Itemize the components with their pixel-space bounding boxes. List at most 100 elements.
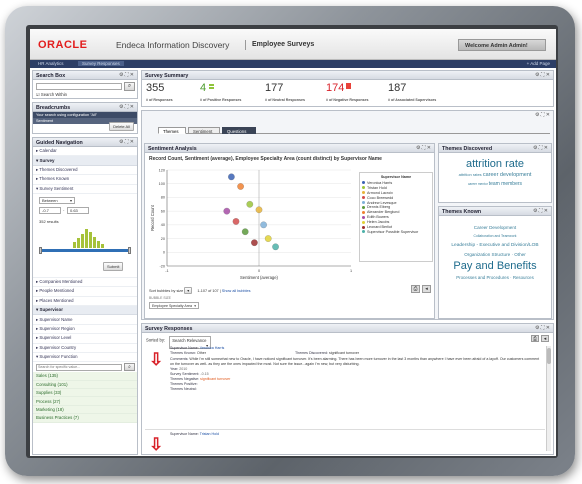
tab-questions[interactable]: Questions: [222, 127, 256, 134]
legend-swatch: [362, 220, 365, 224]
tab-themes[interactable]: Themes: [158, 127, 186, 134]
panel-controls-icon[interactable]: ⚙ ⛶ ✕: [119, 139, 134, 145]
app-screen: ORACLE Endeca Information Discovery Empl…: [30, 29, 556, 456]
legend-label: Alexander Berglund: [367, 210, 400, 215]
search-within-checkbox[interactable]: ☑ Search Within: [36, 92, 67, 97]
legend-label: Dennis Elberg: [367, 205, 391, 210]
panel-controls-icon[interactable]: ⚙ ⛶ ✕: [533, 145, 548, 151]
show-all-bubbles-link[interactable]: Show all bubbles: [222, 289, 251, 293]
add-page-button[interactable]: + Add Page: [527, 61, 550, 66]
export-icon[interactable]: ◂: [541, 335, 549, 342]
panel-controls-icon[interactable]: ⚙ ⛶ ✕: [535, 325, 550, 331]
bubble-point[interactable]: [264, 235, 272, 242]
welcome-menu[interactable]: Welcome Admin Admin!: [458, 39, 546, 51]
theme-word[interactable]: Other: [514, 252, 526, 257]
bubble-point[interactable]: [251, 239, 258, 246]
bubble-point[interactable]: [272, 243, 279, 251]
range-slider-min-handle[interactable]: [39, 246, 42, 254]
tab-hr-analytics[interactable]: HR Analytics: [38, 61, 64, 66]
sort-select[interactable]: ▾: [184, 287, 193, 294]
list-item[interactable]: Marketing (18): [33, 405, 137, 415]
scrollbar[interactable]: [546, 346, 551, 451]
nav-calendar[interactable]: ▸ Calendar: [33, 147, 137, 157]
bubble-point[interactable]: [237, 183, 244, 190]
bubble-chart[interactable]: 120 100 80 60 40 20 0 -20-1 0 1 Sentiment (average…: [149, 166, 359, 282]
nav-survey[interactable]: ▾ Survey: [33, 156, 137, 166]
panel-controls-icon[interactable]: ⚙ ⛶ ✕: [119, 104, 134, 110]
print-icon[interactable]: ⎙: [411, 285, 420, 293]
list-item[interactable]: Supplies (33): [33, 389, 137, 398]
theme-word[interactable]: Resources: [513, 275, 534, 280]
nav-themes-known[interactable]: ▸ Themes Known: [33, 175, 137, 185]
export-icon[interactable]: ◂: [422, 285, 431, 293]
bubble-size-select[interactable]: Employee Specialty Area ▾: [149, 302, 199, 309]
supervisors-count: 187: [388, 82, 407, 94]
panel-controls-icon[interactable]: ⚙ ⛶ ✕: [416, 145, 431, 151]
theme-word[interactable]: Processes and Procedures: [456, 275, 509, 280]
theme-word[interactable]: attrition rates: [459, 172, 482, 177]
bubble-point[interactable]: [228, 173, 235, 181]
tab-sentiment[interactable]: Sentiment: [188, 127, 220, 134]
range-slider-track[interactable]: [39, 248, 131, 252]
themes-negative-value: significant turnover: [200, 377, 231, 381]
y-axis-label: Record Count: [150, 204, 155, 231]
legend-swatch: [362, 230, 365, 234]
supervisor-name[interactable]: Veronica Harris: [200, 346, 225, 350]
theme-word[interactable]: Leadership - Executive and Division/LOB: [439, 241, 551, 250]
list-item[interactable]: Business Practices (7): [33, 414, 137, 423]
nav-companies-mentioned[interactable]: ▸ Companies Mentioned: [33, 278, 137, 288]
bubble-point[interactable]: [255, 206, 263, 214]
nav-supervisor-function[interactable]: ▾ Supervisor Function: [33, 353, 137, 363]
chart-footer: Sort bubbles by size ▾ 1-107 of 107 | Sh…: [149, 287, 251, 294]
results-count: 352 results: [39, 218, 59, 224]
range-slider-max-handle[interactable]: [128, 246, 131, 254]
list-item[interactable]: Consulting (101): [33, 380, 137, 389]
list-item[interactable]: Sales (135): [33, 372, 137, 381]
range-from-input[interactable]: -0.7: [39, 206, 61, 214]
theme-word[interactable]: team members: [489, 181, 522, 187]
print-icon[interactable]: ⎙: [531, 335, 539, 342]
nav-people-mentioned[interactable]: ▸ People Mentioned: [33, 287, 137, 297]
bubble-point[interactable]: [241, 228, 249, 236]
themes-positive-label: Themes Positive:: [170, 382, 198, 387]
theme-word[interactable]: career development: [483, 172, 532, 178]
theme-word[interactable]: Pay and Benefits: [439, 259, 551, 273]
supervisor-name[interactable]: Tristan Hold: [200, 432, 219, 436]
tab-survey-responses[interactable]: Survey Responses: [78, 61, 124, 66]
submit-button[interactable]: Submit: [103, 261, 124, 271]
theme-word[interactable]: career mentor: [468, 182, 488, 186]
legend-item[interactable]: Supervisor Possible Supervisor: [362, 230, 430, 235]
range-to-input[interactable]: 0.63: [67, 206, 89, 214]
panel-controls-icon[interactable]: ⚙ ⛶ ✕: [119, 72, 134, 78]
search-input[interactable]: [36, 83, 122, 90]
panel-controls-icon[interactable]: ⚙ ⛶ ✕: [535, 72, 550, 78]
theme-word[interactable]: Collaboration and Teamwork: [439, 232, 551, 241]
comments-text: While I'm still somewhat new to Oracle, …: [170, 357, 540, 366]
bubble-point[interactable]: [232, 218, 240, 225]
panel-controls-icon[interactable]: ⚙ ⛶ ✕: [533, 208, 548, 214]
bubble-point[interactable]: [246, 200, 254, 208]
nav-supervisor-level[interactable]: ▸ Supervisor Level: [33, 334, 137, 344]
delete-all-button[interactable]: Delete All: [109, 122, 134, 131]
value-search-input[interactable]: [36, 363, 122, 371]
list-item[interactable]: Process (27): [33, 397, 137, 406]
nav-survey-sentiment[interactable]: ▾ Survey Sentiment: [33, 185, 137, 194]
search-icon[interactable]: ⌕: [124, 363, 135, 372]
search-icon[interactable]: ⌕: [124, 82, 135, 91]
nav-themes-discovered[interactable]: ▸ Themes Discovered: [33, 166, 137, 176]
theme-word[interactable]: attrition rate: [439, 158, 551, 170]
bubble-point[interactable]: [260, 221, 267, 229]
bubble-point[interactable]: [223, 207, 231, 215]
theme-word[interactable]: Organization Structure: [464, 252, 510, 257]
nav-supervisor[interactable]: ▾ Supervisor: [33, 306, 137, 316]
range-type-select[interactable]: Between ▾: [39, 196, 75, 204]
panel-title: Survey Responses ⚙ ⛶ ✕: [142, 324, 553, 333]
nav-supervisor-region[interactable]: ▸ Supervisor Region: [33, 325, 137, 335]
nav-supervisor-name[interactable]: ▸ Supervisor Name: [33, 315, 137, 325]
nav-supervisor-country[interactable]: ▸ Supervisor Country: [33, 344, 137, 353]
year-value: 2010: [179, 366, 188, 371]
sorted-by-label: Sorted by:: [146, 337, 166, 343]
panel-controls-icon[interactable]: ⚙ ⛶ ✕: [535, 112, 550, 118]
nav-places-mentioned[interactable]: ▸ Places Mentioned: [33, 297, 137, 306]
theme-word[interactable]: Career Development: [439, 223, 551, 232]
